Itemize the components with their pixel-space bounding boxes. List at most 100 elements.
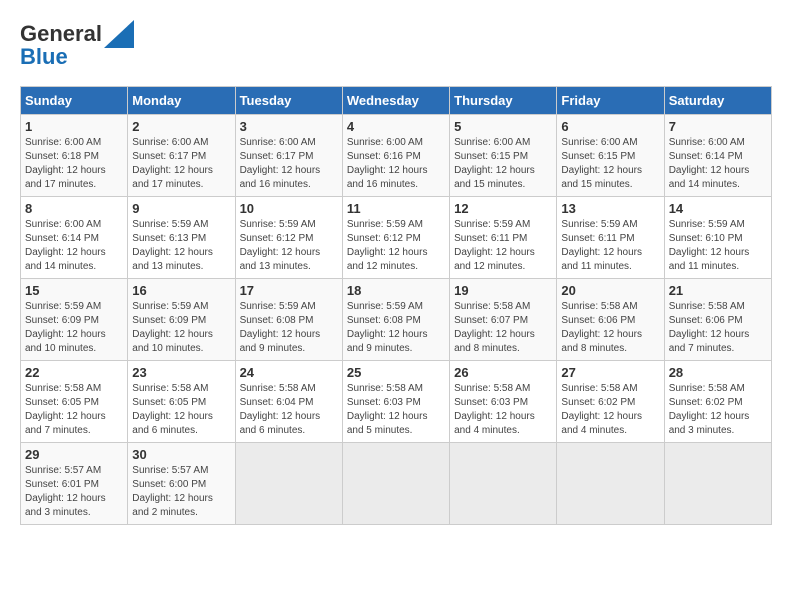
calendar-week-4: 22 Sunrise: 5:58 AMSunset: 6:05 PMDayligh…: [21, 361, 772, 443]
day-number: 19: [454, 283, 552, 298]
calendar-week-5: 29 Sunrise: 5:57 AMSunset: 6:01 PMDayligh…: [21, 443, 772, 525]
logo-icon: [104, 20, 134, 48]
calendar-cell: 21 Sunrise: 5:58 AMSunset: 6:06 PMDayligh…: [664, 279, 771, 361]
day-info: Sunrise: 5:59 AMSunset: 6:09 PMDaylight:…: [25, 300, 123, 356]
calendar-cell: 22 Sunrise: 5:58 AMSunset: 6:05 PMDayligh…: [21, 361, 128, 443]
day-number: 5: [454, 119, 552, 134]
col-header-sunday: Sunday: [21, 87, 128, 115]
day-info: Sunrise: 6:00 AMSunset: 6:17 PMDaylight:…: [132, 136, 230, 192]
col-header-thursday: Thursday: [450, 87, 557, 115]
day-info: Sunrise: 5:58 AMSunset: 6:05 PMDaylight:…: [132, 382, 230, 438]
day-info: Sunrise: 6:00 AMSunset: 6:14 PMDaylight:…: [25, 218, 123, 274]
calendar-cell: 13 Sunrise: 5:59 AMSunset: 6:11 PMDayligh…: [557, 197, 664, 279]
day-number: 27: [561, 365, 659, 380]
day-info: Sunrise: 5:59 AMSunset: 6:12 PMDaylight:…: [240, 218, 338, 274]
calendar-cell: 11 Sunrise: 5:59 AMSunset: 6:12 PMDayligh…: [342, 197, 449, 279]
day-info: Sunrise: 5:59 AMSunset: 6:09 PMDaylight:…: [132, 300, 230, 356]
day-number: 13: [561, 201, 659, 216]
header-row: SundayMondayTuesdayWednesdayThursdayFrid…: [21, 87, 772, 115]
day-info: Sunrise: 6:00 AMSunset: 6:16 PMDaylight:…: [347, 136, 445, 192]
day-number: 8: [25, 201, 123, 216]
calendar-cell: 5 Sunrise: 6:00 AMSunset: 6:15 PMDaylight…: [450, 115, 557, 197]
calendar-cell: 14 Sunrise: 5:59 AMSunset: 6:10 PMDayligh…: [664, 197, 771, 279]
day-info: Sunrise: 6:00 AMSunset: 6:15 PMDaylight:…: [454, 136, 552, 192]
calendar-cell: [557, 443, 664, 525]
day-info: Sunrise: 5:59 AMSunset: 6:13 PMDaylight:…: [132, 218, 230, 274]
day-info: Sunrise: 5:58 AMSunset: 6:07 PMDaylight:…: [454, 300, 552, 356]
day-number: 20: [561, 283, 659, 298]
day-info: Sunrise: 5:57 AMSunset: 6:00 PMDaylight:…: [132, 464, 230, 520]
day-info: Sunrise: 5:59 AMSunset: 6:08 PMDaylight:…: [347, 300, 445, 356]
calendar-cell: 2 Sunrise: 6:00 AMSunset: 6:17 PMDaylight…: [128, 115, 235, 197]
calendar-cell: 19 Sunrise: 5:58 AMSunset: 6:07 PMDayligh…: [450, 279, 557, 361]
day-info: Sunrise: 5:58 AMSunset: 6:05 PMDaylight:…: [25, 382, 123, 438]
day-number: 25: [347, 365, 445, 380]
day-number: 12: [454, 201, 552, 216]
day-info: Sunrise: 5:59 AMSunset: 6:11 PMDaylight:…: [454, 218, 552, 274]
page-header: General Blue: [20, 20, 772, 70]
calendar-cell: 28 Sunrise: 5:58 AMSunset: 6:02 PMDayligh…: [664, 361, 771, 443]
calendar-cell: 1Sunrise: 6:00 AMSunset: 6:18 PMDaylight…: [21, 115, 128, 197]
day-info: Sunrise: 5:58 AMSunset: 6:02 PMDaylight:…: [669, 382, 767, 438]
day-number: 24: [240, 365, 338, 380]
calendar-cell: 3Sunrise: 6:00 AMSunset: 6:17 PMDaylight…: [235, 115, 342, 197]
day-number: 28: [669, 365, 767, 380]
day-number: 6: [561, 119, 659, 134]
calendar-cell: [342, 443, 449, 525]
day-number: 16: [132, 283, 230, 298]
day-number: 23: [132, 365, 230, 380]
calendar-week-2: 8 Sunrise: 6:00 AMSunset: 6:14 PMDaylight…: [21, 197, 772, 279]
calendar-week-1: 1Sunrise: 6:00 AMSunset: 6:18 PMDaylight…: [21, 115, 772, 197]
day-number: 3: [240, 119, 338, 134]
col-header-saturday: Saturday: [664, 87, 771, 115]
day-number: 18: [347, 283, 445, 298]
day-info: Sunrise: 5:58 AMSunset: 6:03 PMDaylight:…: [454, 382, 552, 438]
day-number: 29: [25, 447, 123, 462]
logo-blue: Blue: [20, 44, 68, 70]
day-number: 4: [347, 119, 445, 134]
day-number: 2: [132, 119, 230, 134]
day-info: Sunrise: 6:00 AMSunset: 6:15 PMDaylight:…: [561, 136, 659, 192]
calendar-cell: 17Sunrise: 5:59 AMSunset: 6:08 PMDayligh…: [235, 279, 342, 361]
col-header-monday: Monday: [128, 87, 235, 115]
day-number: 10: [240, 201, 338, 216]
calendar-cell: 10 Sunrise: 5:59 AMSunset: 6:12 PMDayligh…: [235, 197, 342, 279]
col-header-friday: Friday: [557, 87, 664, 115]
day-number: 21: [669, 283, 767, 298]
day-number: 17: [240, 283, 338, 298]
day-info: Sunrise: 5:58 AMSunset: 6:06 PMDaylight:…: [561, 300, 659, 356]
calendar-cell: 18 Sunrise: 5:59 AMSunset: 6:08 PMDayligh…: [342, 279, 449, 361]
day-info: Sunrise: 5:59 AMSunset: 6:10 PMDaylight:…: [669, 218, 767, 274]
day-number: 22: [25, 365, 123, 380]
logo: General Blue: [20, 20, 134, 70]
day-info: Sunrise: 5:58 AMSunset: 6:03 PMDaylight:…: [347, 382, 445, 438]
calendar-cell: 16 Sunrise: 5:59 AMSunset: 6:09 PMDayligh…: [128, 279, 235, 361]
calendar-table: SundayMondayTuesdayWednesdayThursdayFrid…: [20, 86, 772, 525]
day-number: 15: [25, 283, 123, 298]
day-number: 26: [454, 365, 552, 380]
calendar-cell: 29 Sunrise: 5:57 AMSunset: 6:01 PMDayligh…: [21, 443, 128, 525]
day-info: Sunrise: 6:00 AMSunset: 6:14 PMDaylight:…: [669, 136, 767, 192]
calendar-cell: 25 Sunrise: 5:58 AMSunset: 6:03 PMDayligh…: [342, 361, 449, 443]
calendar-cell: 27Sunrise: 5:58 AMSunset: 6:02 PMDayligh…: [557, 361, 664, 443]
day-info: Sunrise: 5:59 AMSunset: 6:11 PMDaylight:…: [561, 218, 659, 274]
calendar-cell: 26 Sunrise: 5:58 AMSunset: 6:03 PMDayligh…: [450, 361, 557, 443]
day-number: 11: [347, 201, 445, 216]
day-info: Sunrise: 5:58 AMSunset: 6:06 PMDaylight:…: [669, 300, 767, 356]
calendar-cell: 8 Sunrise: 6:00 AMSunset: 6:14 PMDaylight…: [21, 197, 128, 279]
calendar-cell: 12 Sunrise: 5:59 AMSunset: 6:11 PMDayligh…: [450, 197, 557, 279]
day-number: 14: [669, 201, 767, 216]
col-header-wednesday: Wednesday: [342, 87, 449, 115]
calendar-cell: 30Sunrise: 5:57 AMSunset: 6:00 PMDayligh…: [128, 443, 235, 525]
calendar-cell: 23 Sunrise: 5:58 AMSunset: 6:05 PMDayligh…: [128, 361, 235, 443]
calendar-cell: [235, 443, 342, 525]
day-number: 7: [669, 119, 767, 134]
calendar-cell: 15 Sunrise: 5:59 AMSunset: 6:09 PMDayligh…: [21, 279, 128, 361]
calendar-week-3: 15 Sunrise: 5:59 AMSunset: 6:09 PMDayligh…: [21, 279, 772, 361]
day-number: 1: [25, 119, 123, 134]
col-header-tuesday: Tuesday: [235, 87, 342, 115]
day-info: Sunrise: 5:59 AMSunset: 6:12 PMDaylight:…: [347, 218, 445, 274]
day-info: Sunrise: 5:57 AMSunset: 6:01 PMDaylight:…: [25, 464, 123, 520]
calendar-cell: 4 Sunrise: 6:00 AMSunset: 6:16 PMDaylight…: [342, 115, 449, 197]
calendar-cell: [664, 443, 771, 525]
